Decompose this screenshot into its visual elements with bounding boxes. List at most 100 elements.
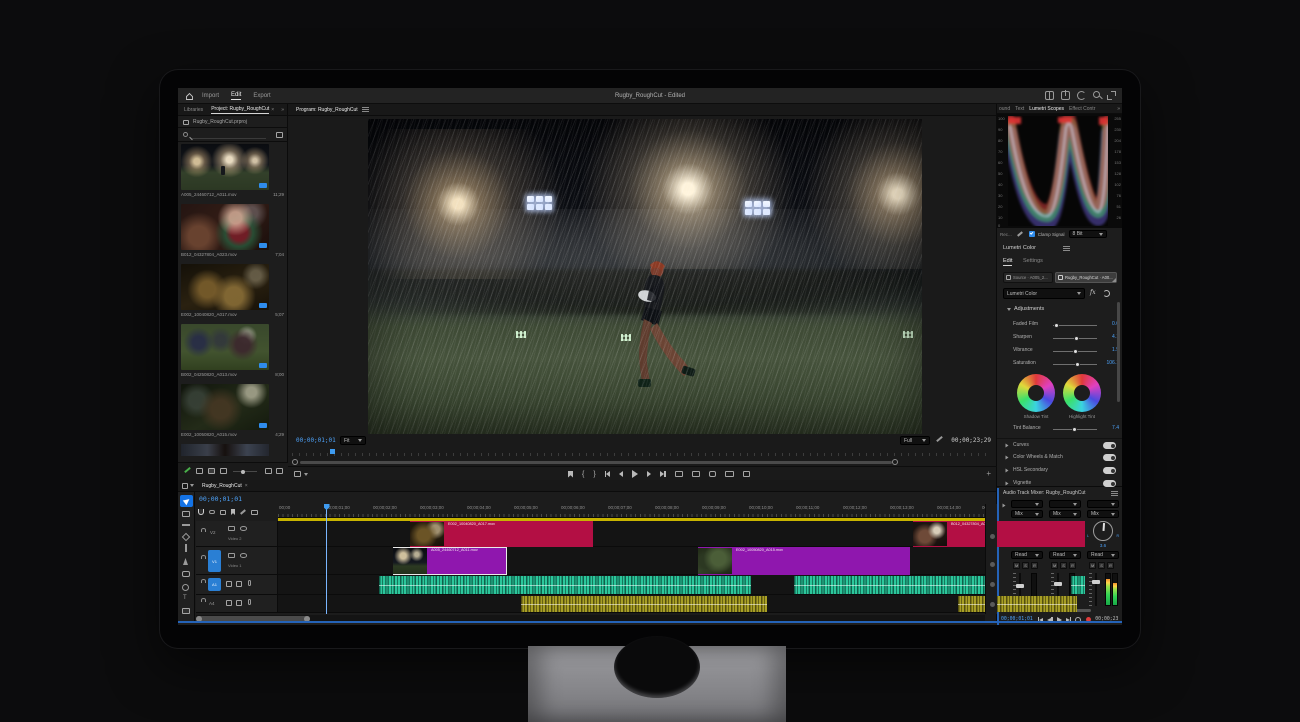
highlight-tint-wheel[interactable] <box>1063 374 1101 412</box>
tab-sequence[interactable]: Rugby_RoughCut <box>202 483 242 489</box>
slider-thumb[interactable] <box>1054 323 1059 328</box>
clip-list-item[interactable]: B012_04327804_A023.mov 7;04 <box>178 204 288 264</box>
solo-button[interactable]: S <box>1060 562 1067 569</box>
play-icon[interactable] <box>632 470 638 478</box>
tab-overflow[interactable]: » <box>1117 106 1120 112</box>
audio-clip[interactable] <box>958 596 1077 612</box>
sync-icon[interactable] <box>1077 91 1086 100</box>
curves-toggle[interactable] <box>1103 442 1116 449</box>
track-v1-lane[interactable]: A005_24460712_A011.mov E002_10050820_A01… <box>278 547 985 575</box>
tab-project-close[interactable]: × <box>271 107 274 113</box>
section-color-wheels[interactable]: Color Wheels & Match <box>997 451 1122 464</box>
fullscreen-icon[interactable] <box>1107 91 1116 100</box>
search-icon[interactable] <box>1093 91 1100 98</box>
sequence-chevron[interactable] <box>190 484 194 487</box>
mute-button[interactable]: M <box>1051 562 1058 569</box>
timeline-clip[interactable]: E002_10040820_A017.mov <box>410 521 593 547</box>
slider-track[interactable] <box>1053 338 1097 339</box>
source-clip-chip[interactable]: Source · A005_2... <box>1003 272 1053 283</box>
source-monitor-icon[interactable] <box>228 526 235 531</box>
timeline-marker-icon[interactable] <box>231 509 235 515</box>
sequence-icon[interactable] <box>182 483 188 489</box>
output-dropdown[interactable]: Mix <box>1087 510 1119 518</box>
source-monitor-icon[interactable] <box>228 553 235 558</box>
audio-clip[interactable] <box>794 576 990 594</box>
fader-handle[interactable] <box>1054 582 1062 586</box>
audio-clip[interactable] <box>379 576 751 594</box>
slider-thumb[interactable] <box>1073 349 1078 354</box>
list-view-icon[interactable] <box>196 468 203 474</box>
zoom-slider-handle[interactable] <box>241 470 245 474</box>
program-timecode[interactable]: 00;00;01;01 <box>296 437 336 444</box>
track-header-v2[interactable]: V2 Video 2 <box>196 521 278 547</box>
lift-icon[interactable] <box>675 471 683 477</box>
effect-dropdown[interactable]: Lumetri Color <box>1003 288 1085 299</box>
panel-menu-icon[interactable] <box>1063 246 1070 251</box>
target-clip-chip[interactable]: Rugby_RoughCut · A00... <box>1055 272 1117 283</box>
track-header-v1[interactable]: V1 Video 1 <box>196 547 278 575</box>
program-scrollbar[interactable] <box>292 459 992 465</box>
track-a4-lane[interactable] <box>278 595 985 613</box>
share-icon[interactable] <box>1061 91 1070 100</box>
adjustments-section-header[interactable]: Adjustments <box>1007 306 1044 312</box>
timeline-playhead[interactable] <box>326 504 327 614</box>
clip-list-item[interactable]: B002_04250820_A013.mov 8;00 <box>178 324 288 384</box>
fx-icon[interactable]: fx <box>1090 289 1096 296</box>
shadow-tint-wheel[interactable] <box>1017 374 1055 412</box>
slider-value[interactable]: 7.4 <box>1112 425 1119 431</box>
program-playhead[interactable] <box>330 449 335 454</box>
input-dropdown[interactable] <box>1049 500 1081 508</box>
linked-selection-icon[interactable] <box>209 510 215 514</box>
bit-depth-dropdown[interactable]: 8 Bit <box>1069 230 1107 238</box>
track-badge[interactable]: V1 <box>208 550 221 572</box>
track-badge[interactable]: A4 <box>209 601 215 606</box>
slider-thumb[interactable] <box>1072 427 1077 432</box>
track-name[interactable]: Video 2 <box>228 536 242 541</box>
fader-handle[interactable] <box>1092 580 1100 584</box>
new-item-icon[interactable] <box>276 132 283 138</box>
zoom-slider[interactable] <box>233 471 257 472</box>
mark-out-icon[interactable]: } <box>593 471 595 478</box>
mute-button[interactable]: M <box>1089 562 1096 569</box>
panel-menu-icon[interactable] <box>1111 491 1118 496</box>
clamp-signal-checkbox[interactable] <box>1029 231 1035 237</box>
export-frame-icon[interactable] <box>709 471 716 477</box>
tab-libraries[interactable]: Libraries <box>184 107 203 113</box>
object-selection-tool[interactable] <box>182 608 190 614</box>
record-arm-button[interactable]: R <box>1107 562 1114 569</box>
track-header-a4[interactable]: A4 <box>196 595 278 613</box>
fader-handle[interactable] <box>1016 584 1024 588</box>
record-arm-button[interactable]: R <box>1069 562 1076 569</box>
waveform-scope[interactable]: 100 90 80 70 60 50 40 30 20 10 0 255 230… <box>997 114 1122 228</box>
tab-edit[interactable]: Edit <box>1003 258 1012 266</box>
timeline-clip[interactable] <box>985 521 1085 547</box>
mute-icon[interactable] <box>226 581 232 587</box>
timeline-clip-selected[interactable]: A005_24460712_A011.mov <box>393 547 507 575</box>
pan-value[interactable]: 3.6 <box>1086 543 1120 548</box>
panel-menu-icon[interactable] <box>362 107 369 112</box>
input-dropdown[interactable] <box>1011 500 1043 508</box>
hand-tool[interactable] <box>182 571 190 577</box>
slider-track[interactable] <box>1053 429 1097 430</box>
clip-list-item[interactable]: E002_10050820_A015.mov 4;29 <box>178 384 288 444</box>
extract-icon[interactable] <box>692 471 700 477</box>
ripple-edit-tool[interactable] <box>182 524 190 526</box>
timeline-clip[interactable]: B012_04327804_A023.mov <box>913 521 985 547</box>
add-marker-icon[interactable] <box>568 471 573 478</box>
input-dropdown[interactable] <box>1087 500 1119 508</box>
new-bin-icon[interactable] <box>276 468 283 474</box>
scroll-handle-left[interactable] <box>292 459 298 465</box>
automation-dropdown[interactable]: Read <box>1011 551 1043 559</box>
timeline-timecode[interactable]: 00;00;01;01 <box>199 495 242 503</box>
zoom-level-dropdown[interactable]: Fit <box>340 436 366 445</box>
mute-icon[interactable] <box>226 600 232 606</box>
slider-track[interactable] <box>1053 364 1097 365</box>
section-curves[interactable]: Curves <box>997 438 1122 451</box>
panel-scrollbar[interactable] <box>1117 302 1120 402</box>
tab-project[interactable]: Project: Rugby_RoughCut <box>211 106 269 114</box>
timeline-vertical-scrollbar[interactable] <box>985 504 997 614</box>
toggle-track-output-icon[interactable] <box>240 553 247 558</box>
zoom-tool[interactable] <box>182 584 189 591</box>
tab-sound[interactable]: ound <box>999 106 1010 112</box>
timeline-wrench-icon[interactable] <box>240 509 246 514</box>
